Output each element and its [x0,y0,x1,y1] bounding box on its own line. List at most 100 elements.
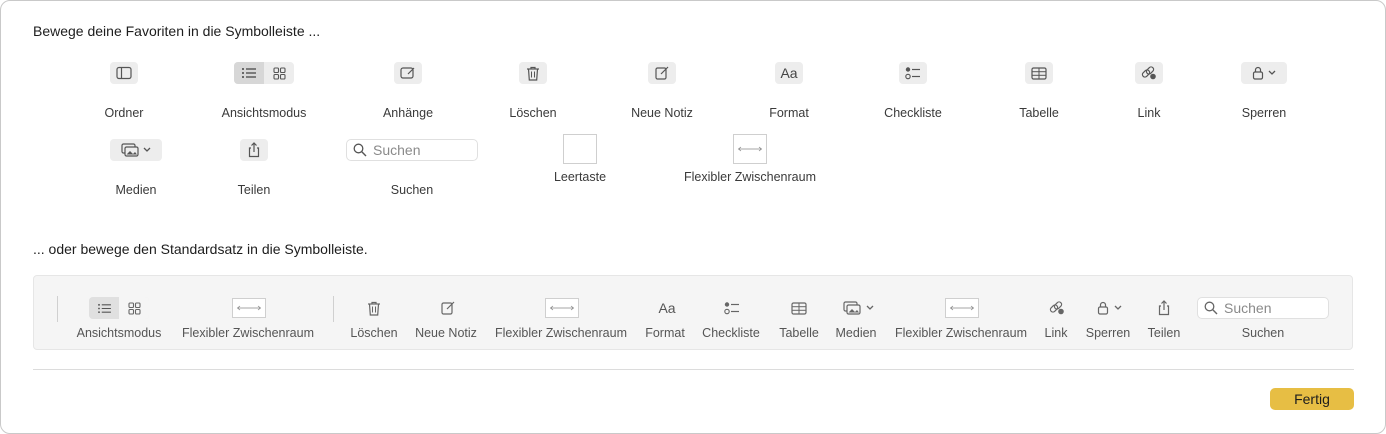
default-suchen: Suchen [1197,297,1329,319]
default-set-heading: ... oder bewege den Standardsatz in die … [33,241,368,257]
format-icon: Aa [775,62,803,84]
palette-label-checkliste: Checkliste [884,106,942,120]
palette-item-anhaenge[interactable]: Anhänge [383,62,433,120]
palette-label-loeschen: Löschen [509,106,557,120]
palette-item-medien[interactable]: Medien [110,139,162,197]
share-icon [240,139,268,161]
table-icon [789,297,809,319]
palette-item-sperren[interactable]: Sperren [1241,62,1287,120]
palette-item-ansichtsmodus[interactable]: Ansichtsmodus [222,62,306,120]
default-label-suchen: Suchen [1241,326,1285,340]
default-sperren [1094,297,1124,319]
space-box [563,134,597,164]
palette-label-leertaste: Leertaste [553,170,607,184]
format-icon: Aa [658,300,676,316]
default-label-flex1: Flexibler Zwischenraum [182,326,314,340]
search-field: Suchen [1197,297,1329,319]
palette-label-suchen: Suchen [390,183,434,197]
default-label-flex3: Flexibler Zwischenraum [895,326,1027,340]
palette-label-format: Format [769,106,809,120]
palette-label-ordner: Ordner [104,106,144,120]
checklist-icon [899,62,927,84]
palette-item-checkliste[interactable]: Checkliste [884,62,942,120]
palette-item-format[interactable]: Aa Format [769,62,809,120]
default-ansichtsmodus [89,297,149,319]
default-label-neue-notiz: Neue Notiz [415,326,477,340]
trash-icon [519,62,547,84]
compose-icon [438,297,458,319]
media-menu [110,139,162,161]
palette-item-teilen[interactable]: Teilen [238,139,270,197]
default-label-sperren: Sperren [1085,326,1131,340]
palette-label-neue-notiz: Neue Notiz [631,106,693,120]
palette-item-link[interactable]: Link [1135,62,1163,120]
search-placeholder: Suchen [1224,300,1272,316]
default-label-checkliste: Checkliste [702,326,760,340]
flexible-space-box [232,298,266,318]
link-icon [1135,62,1163,84]
palette-item-leertaste[interactable]: Leertaste [554,134,606,184]
media-icon [842,301,861,315]
default-flex-1 [231,297,267,319]
default-label-medien: Medien [835,326,877,340]
default-label-loeschen: Löschen [350,326,398,340]
lock-icon [1252,66,1264,80]
list-view-icon [234,62,264,84]
palette-label-sperren: Sperren [1241,106,1287,120]
palette-item-suchen[interactable]: Suchen Suchen [346,139,478,197]
double-arrow-icon [949,305,975,311]
link-icon [1047,297,1067,319]
palette-item-loeschen[interactable]: Löschen [509,62,557,120]
palette-label-ansichtsmodus: Ansichtsmodus [221,106,307,120]
checklist-icon [722,297,742,319]
flexible-space-box [945,298,979,318]
flexible-space-box [733,134,767,164]
list-view-icon [89,297,119,319]
palette-item-ordner[interactable]: Ordner [105,62,143,120]
default-label-format: Format [645,326,685,340]
double-arrow-icon [737,146,763,152]
sidebar-icon [110,62,138,84]
gallery-view-icon [119,297,149,319]
search-field: Suchen [346,139,478,161]
chevron-down-icon [143,147,151,152]
separator [333,296,334,322]
view-mode-segment [234,62,294,84]
default-flex-2 [544,297,580,319]
default-label-flex2: Flexibler Zwischenraum [495,326,627,340]
separator [57,296,58,322]
palette-label-flex: Flexibler Zwischenraum [684,170,816,184]
divider [33,369,1354,370]
gallery-view-icon [264,62,294,84]
palette-item-neue-notiz[interactable]: Neue Notiz [631,62,693,120]
default-label-link: Link [1044,326,1068,340]
favorites-heading: Bewege deine Favoriten in die Symbolleis… [33,23,321,39]
lock-icon [1097,301,1108,315]
lock-menu [1241,62,1287,84]
double-arrow-icon [549,305,575,311]
palette-label-medien: Medien [115,183,157,197]
chevron-down-icon [1114,305,1121,310]
attachment-browser-icon [394,62,422,84]
media-icon [121,143,139,157]
default-flex-3 [944,297,980,319]
default-label-ansichtsmodus: Ansichtsmodus [76,326,162,340]
default-label-tabelle: Tabelle [779,326,819,340]
palette-label-tabelle: Tabelle [1019,106,1059,120]
palette-item-tabelle[interactable]: Tabelle [1019,62,1059,120]
default-set-strip[interactable]: Ansichtsmodus Flexibler Zwischenraum Lös… [33,275,1353,350]
palette-label-anhaenge: Anhänge [382,106,434,120]
chevron-down-icon [866,305,873,310]
share-icon [1155,297,1173,319]
done-button[interactable]: Fertig [1270,388,1354,410]
compose-icon [648,62,676,84]
default-medien [839,297,877,319]
view-mode-segment [89,297,149,319]
search-placeholder: Suchen [373,142,421,158]
palette-item-flex[interactable]: Flexibler Zwischenraum [684,134,816,184]
search-icon [353,143,367,157]
trash-icon [364,297,384,319]
table-icon [1025,62,1053,84]
palette-label-teilen: Teilen [237,183,271,197]
default-label-teilen: Teilen [1147,326,1181,340]
